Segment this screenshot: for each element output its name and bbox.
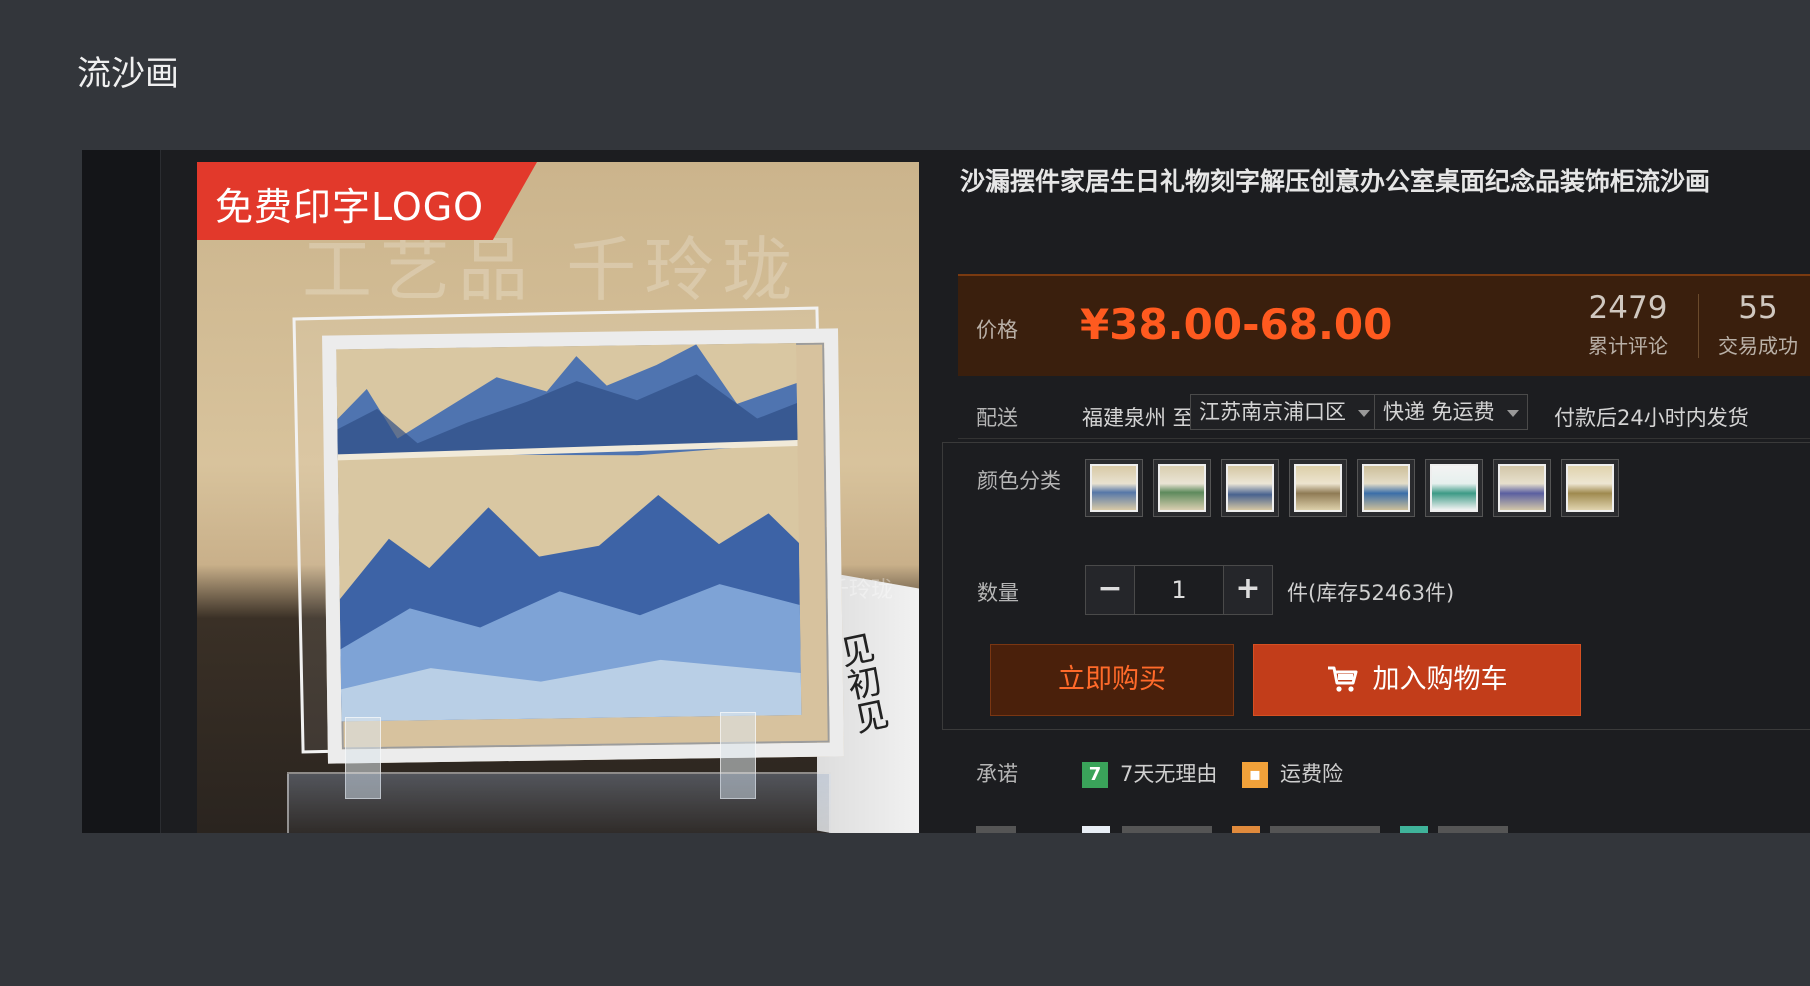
- promo-banner: 免费印字LOGO: [197, 162, 537, 240]
- swatch-thumbnail: [1430, 464, 1478, 512]
- color-swatch[interactable]: [1085, 459, 1143, 517]
- review-count-label: 累计评论: [1588, 334, 1668, 358]
- swatch-thumbnail: [1158, 464, 1206, 512]
- swatch-thumbnail: [1090, 464, 1138, 512]
- quantity-label: 数量: [977, 581, 1019, 605]
- price-label: 价格: [976, 318, 1018, 342]
- sales-count-value: 55: [1738, 290, 1778, 326]
- cutoff-icon: [1232, 826, 1260, 833]
- stat-divider: [1698, 294, 1699, 358]
- buy-now-button[interactable]: 立即购买: [990, 644, 1234, 716]
- swatch-thumbnail: [1498, 464, 1546, 512]
- review-count[interactable]: 2479 累计评论: [1588, 290, 1668, 359]
- add-to-cart-button[interactable]: 加入购物车: [1253, 644, 1581, 716]
- color-swatch[interactable]: [1153, 459, 1211, 517]
- chevron-down-icon: [1506, 409, 1519, 417]
- shipping-row: 配送 福建泉州 至 江苏南京浦口区 快递 免运费 付款后24小时内发货: [958, 388, 1810, 439]
- destination-value: 江苏南京浦口区: [1199, 400, 1346, 424]
- color-label: 颜色分类: [977, 469, 1061, 493]
- price-box: 价格 ¥38.00-68.00 2479 累计评论 55 交易成功: [958, 274, 1810, 376]
- promise-insurance[interactable]: ▪ 运费险: [1242, 758, 1343, 788]
- swatch-thumbnail: [1566, 464, 1614, 512]
- cutoff-text: [1270, 826, 1380, 833]
- dispatch-note: 付款后24小时内发货: [1554, 406, 1749, 430]
- purchase-options: 颜色分类 数量 − 1 + 件(库存52463件) 立即购买 加入购物车: [942, 442, 1810, 730]
- cutoff-icon: [1082, 826, 1110, 833]
- page-title: 流沙画: [77, 54, 179, 94]
- product-info: 沙漏摆件家居生日礼物刻字解压创意办公室桌面纪念品装饰柜流沙画 价格 ¥38.00…: [942, 162, 1810, 833]
- product-panel: 工艺品 千玲珑 见初见 千玲珑 免费印字LOGO 沙漏摆件家居生日礼物刻字解压创…: [82, 150, 1810, 833]
- thumbnail-strip: [82, 150, 161, 833]
- add-to-cart-label: 加入购物车: [1372, 664, 1508, 695]
- cutoff-text: [1122, 826, 1212, 833]
- increment-button[interactable]: +: [1224, 566, 1272, 614]
- decrement-button[interactable]: −: [1086, 566, 1134, 614]
- product-image[interactable]: 工艺品 千玲珑 见初见 千玲珑 免费印字LOGO: [197, 162, 919, 833]
- color-swatches: [1085, 459, 1619, 517]
- destination-select[interactable]: 江苏南京浦口区: [1190, 394, 1379, 430]
- seven-day-return-icon: 7: [1082, 762, 1108, 788]
- quantity-input[interactable]: 1: [1134, 566, 1224, 614]
- color-swatch[interactable]: [1493, 459, 1551, 517]
- cutoff-icon: [1400, 826, 1428, 833]
- promise-label: 承诺: [976, 762, 1018, 786]
- promise-insurance-text: 运费险: [1280, 762, 1343, 786]
- review-count-value: 2479: [1588, 290, 1668, 326]
- stock-info: 件(库存52463件): [1287, 581, 1455, 605]
- chevron-down-icon: [1358, 409, 1370, 417]
- shipping-method-select[interactable]: 快递 免运费: [1374, 394, 1528, 430]
- product-title: 沙漏摆件家居生日礼物刻字解压创意办公室桌面纪念品装饰柜流沙画: [960, 167, 1711, 196]
- quantity-stepper: − 1 +: [1085, 565, 1273, 615]
- shipping-method-value: 快递 免运费: [1383, 400, 1495, 424]
- sales-count: 55 交易成功: [1718, 290, 1798, 359]
- cutoff-text: [1438, 826, 1508, 833]
- color-swatch[interactable]: [1425, 459, 1483, 517]
- promise-return[interactable]: 7 7天无理由: [1082, 758, 1217, 788]
- color-swatch[interactable]: [1289, 459, 1347, 517]
- cart-icon: [1327, 666, 1357, 692]
- sand-art-frame: [322, 328, 844, 764]
- reflection: [287, 772, 831, 833]
- sales-count-label: 交易成功: [1718, 334, 1798, 358]
- cutoff-row: [958, 812, 1810, 833]
- swatch-thumbnail: [1226, 464, 1274, 512]
- promise-return-text: 7天无理由: [1120, 762, 1218, 786]
- color-swatch[interactable]: [1221, 459, 1279, 517]
- swatch-thumbnail: [1362, 464, 1410, 512]
- color-swatch[interactable]: [1561, 459, 1619, 517]
- shipping-insurance-icon: ▪: [1242, 762, 1268, 788]
- sand-landscape: [336, 343, 802, 722]
- swatch-thumbnail: [1294, 464, 1342, 512]
- cutoff-label: [976, 826, 1016, 833]
- price-value: ¥38.00-68.00: [1080, 300, 1393, 349]
- promo-label: 免费印字LOGO: [215, 185, 485, 229]
- shipping-label: 配送: [976, 406, 1018, 430]
- color-swatch[interactable]: [1357, 459, 1415, 517]
- ship-from: 福建泉州 至: [1082, 406, 1194, 430]
- promise-row: 承诺 7 7天无理由 ▪ 运费险: [958, 744, 1810, 804]
